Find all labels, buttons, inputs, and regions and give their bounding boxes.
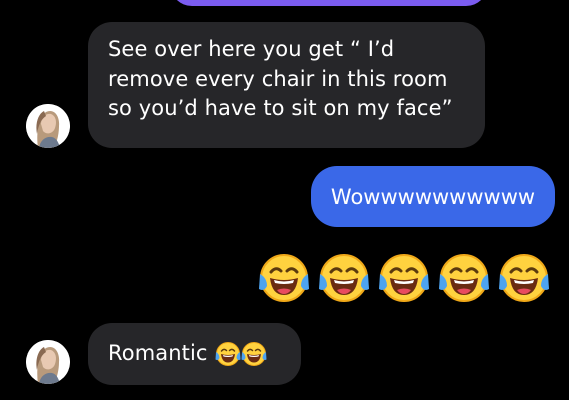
tears-of-joy-icon xyxy=(439,254,489,302)
avatar-photo xyxy=(26,104,70,148)
tears-of-joy-icon xyxy=(319,254,369,302)
message-text: Wowwwwwwwwww xyxy=(330,184,536,209)
tears-of-joy-icon xyxy=(499,254,549,302)
contact-avatar[interactable] xyxy=(26,104,70,148)
tears-of-joy-icon xyxy=(215,342,241,366)
tears-of-joy-icon xyxy=(259,254,309,302)
tears-of-joy-icon xyxy=(241,342,267,366)
outgoing-emoji-message[interactable] xyxy=(258,252,558,304)
contact-avatar[interactable] xyxy=(26,340,70,384)
incoming-message-bubble[interactable]: See over here you get “ I’d remove every… xyxy=(88,22,485,148)
incoming-message-bubble[interactable]: Romantic xyxy=(88,323,301,385)
message-text-line: remove every chair in this room xyxy=(108,66,448,91)
message-text-line: so you’d have to sit on my face” xyxy=(108,96,453,120)
message-text-line: See over here you get “ I’d xyxy=(108,37,395,61)
previous-message-bubble[interactable] xyxy=(170,0,488,6)
message-text: Romantic xyxy=(108,341,208,366)
tears-of-joy-icon xyxy=(379,254,429,302)
outgoing-message-bubble[interactable]: Wowwwwwwwwww xyxy=(311,166,555,227)
avatar-photo xyxy=(26,340,70,384)
